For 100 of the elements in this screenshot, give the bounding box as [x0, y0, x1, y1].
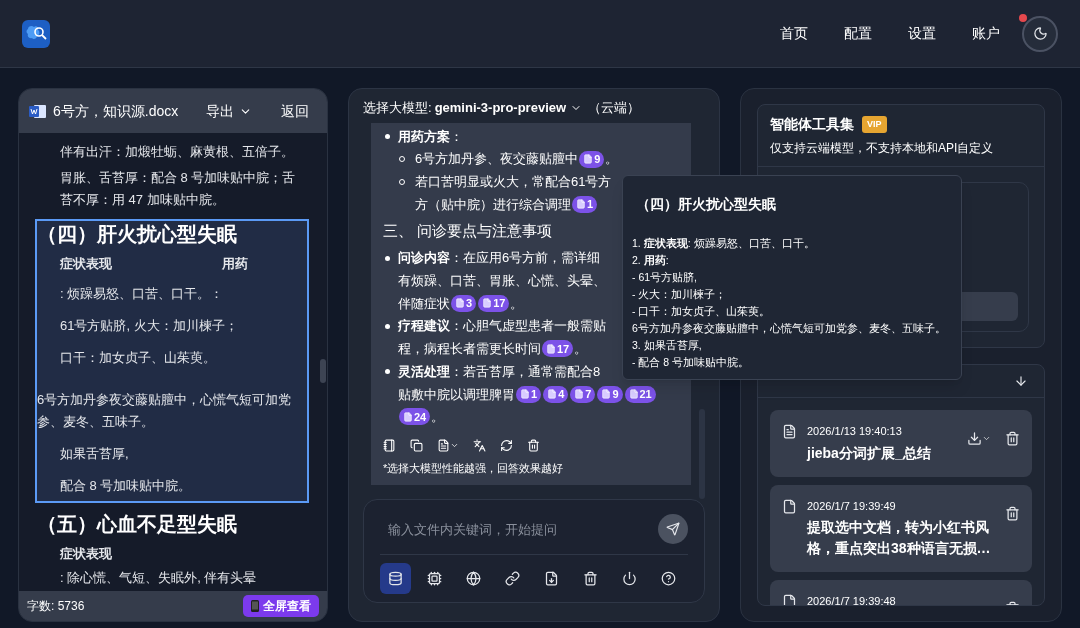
- citation-badge[interactable]: 17: [478, 294, 510, 312]
- word-count: 字数: 5736: [27, 598, 85, 615]
- section-heading: （四）肝火扰心型失眠: [37, 222, 238, 247]
- bullet-icon: [385, 369, 390, 375]
- file-icon: [576, 199, 586, 210]
- history-date: 2026/1/7 19:39:49: [807, 498, 897, 514]
- file-icon: [482, 298, 493, 309]
- doc-section[interactable]: 伴有出汗：加煅牡蛎、麻黄根、五倍子。 胃胀、舌苔厚：配合 8 号加味贴中脘；舌苔不厚：用 47 加味贴中脘。: [35, 139, 309, 213]
- history-date: 2026/1/7 19:39:48: [807, 594, 897, 605]
- file-icon: [403, 411, 413, 422]
- send-icon: [666, 522, 680, 536]
- file-name: 6号方，知识源.docx: [53, 101, 179, 121]
- tooltip-line: - 61号方贴脐,: [632, 270, 698, 285]
- file-icon: [782, 498, 797, 514]
- selected-section[interactable]: （四）肝火扰心型失眠 症状表现 用药 : 烦躁易怒、口苦、口干。： 61号方贴脐, 火大：加川楝子； 口干：加女贞子、山茱萸。 6号方加丹参夜交藤贴膻中，心慌气短可加党参、麦冬、五味子。 如果舌苔厚, 配合 8 号加味贴中脘。: [35, 219, 309, 503]
- citation-badge[interactable]: 1: [572, 195, 598, 213]
- answer-text: 。: [574, 340, 588, 359]
- bullet-icon: [385, 255, 390, 261]
- moon-icon: [1032, 26, 1048, 41]
- answer-text: 贴敷中脘以调理脾胃: [398, 385, 515, 404]
- answer-text: 。: [605, 150, 619, 169]
- doc-section[interactable]: （五）心血不足型失眠 症状表现 : 除心慌、气短、失眠外, 伴有头晕: [35, 509, 309, 591]
- file-icon: [583, 154, 594, 165]
- doc-paragraph: : 除心慌、气短、失眠外, 伴有头晕: [60, 570, 257, 585]
- doc-paragraph: 胃胀、舌苔厚：配合 8 号加味贴中脘；舌苔不厚：用 47 加味贴中脘。: [60, 170, 296, 207]
- tooltip-line: 2. 用药:: [632, 253, 670, 268]
- file-icon: [546, 343, 556, 354]
- chip-icon: [427, 571, 442, 586]
- history-title: jieba分词扩展_总结: [807, 443, 932, 463]
- nav-link[interactable]: 首页: [780, 23, 808, 44]
- citation-badge[interactable]: 1: [516, 385, 542, 403]
- history-item[interactable]: 2026/1/7 19:39:48: [770, 580, 1032, 605]
- tool-button[interactable]: [380, 563, 411, 594]
- nav-link[interactable]: 配置: [844, 23, 872, 44]
- vip-badge: VIP: [862, 115, 887, 134]
- hint-text: *选择大模型性能越强，回答效果越好: [383, 461, 565, 477]
- answer-text: 若口苦明显或火大，常配合61号方: [415, 173, 612, 191]
- citation-badge[interactable]: 3: [451, 294, 477, 312]
- answer-text: 伴随症状: [398, 294, 450, 313]
- export-dropdown[interactable]: 导出: [206, 100, 252, 122]
- tooltip-title: （四）肝火扰心型失眠: [636, 195, 777, 214]
- citation-badge[interactable]: 9: [579, 150, 605, 168]
- help-icon: [661, 571, 676, 586]
- doc-paragraph: 配合 8 号加味贴中脘。: [60, 478, 192, 493]
- model-label: 选择大模型:: [363, 99, 432, 118]
- file-menu-icon[interactable]: [437, 438, 459, 452]
- history-item[interactable]: 2026/1/13 19:40:13 jieba分词扩展_总结: [770, 410, 1032, 477]
- answer-text: 有烦躁、口苦、胃胀、心慌、头晕、: [398, 272, 606, 290]
- citation-badge[interactable]: 21: [624, 385, 656, 403]
- refresh-icon[interactable]: [500, 438, 513, 452]
- back-button[interactable]: 返回: [281, 100, 309, 122]
- file-icon: [782, 594, 797, 605]
- trash-icon[interactable]: [1005, 505, 1020, 521]
- tooltip-line: 1. 症状表现: 烦躁易怒、口苦、口干。: [632, 236, 816, 251]
- arrow-down-icon[interactable]: [1014, 374, 1028, 388]
- model-select[interactable]: gemini-3-pro-preview: [434, 98, 583, 118]
- fullscreen-button[interactable]: 全屏查看: [243, 595, 319, 617]
- doc-paragraph: 伴有出汗：加煅牡蛎、麻黄根、五倍子。: [60, 144, 294, 159]
- bullet-icon: [385, 323, 390, 329]
- file-icon: [601, 389, 612, 400]
- file-icon: [628, 389, 639, 400]
- word-file-icon: [29, 103, 46, 119]
- file-icon: [574, 389, 585, 400]
- theme-toggle-button[interactable]: [1022, 15, 1058, 52]
- history-item[interactable]: 2026/1/7 19:39:49 提取选中文档，转为小红书风格，重点突出38种语言无损…: [770, 484, 1032, 572]
- field-label: 症状表现: [60, 546, 112, 561]
- answer-text: 6号方加丹参、夜交藤贴膻中: [415, 150, 579, 169]
- citation-badge[interactable]: 7: [570, 385, 596, 403]
- notebook-icon[interactable]: [383, 438, 396, 452]
- nav-link[interactable]: 设置: [908, 23, 936, 44]
- file-icon: [455, 298, 465, 309]
- history-title: 提取选中文档，转为小红书风格，重点突出38种语言无损…: [807, 518, 992, 558]
- send-button[interactable]: [658, 514, 688, 544]
- citation-badge[interactable]: 24: [399, 408, 431, 426]
- tooltip-line: - 火大：加川楝子；: [632, 287, 728, 302]
- link-icon: [505, 571, 520, 586]
- answer-text: 。: [431, 408, 445, 427]
- answer-text: 。: [510, 294, 524, 313]
- copy-icon[interactable]: [410, 438, 423, 452]
- doc-paragraph: 6号方加丹参夜交藤贴膻中，心慌气短可加党参、麦冬、五味子。: [37, 392, 292, 429]
- citation-badge[interactable]: 9: [597, 385, 623, 403]
- trash-icon[interactable]: [527, 438, 540, 452]
- tooltip-line: 6号方加丹参夜交藤贴膻中，心慌气短可加党参、麦冬、五味子。: [632, 321, 947, 336]
- answer-text: 方（贴中脘）进行综合调理: [415, 195, 571, 214]
- citation-badge[interactable]: 17: [542, 340, 574, 358]
- nav-link[interactable]: 账户: [972, 23, 1000, 44]
- file-download-icon: [544, 571, 559, 586]
- trash-icon[interactable]: [1005, 431, 1020, 446]
- answer-text: 三、 问诊要点与注意事项: [383, 221, 553, 241]
- phone-icon: [251, 600, 259, 612]
- citation-badge[interactable]: 4: [543, 385, 569, 403]
- panel-title: 智能体工具集: [770, 115, 854, 134]
- bullet-icon: [385, 133, 390, 139]
- field-label: 症状表现: [60, 255, 113, 273]
- doc-paragraph: 如果舌苔厚,: [60, 446, 129, 461]
- doc-paragraph: 口干：加女贞子、山茱萸。: [60, 350, 216, 365]
- download-icon[interactable]: [967, 431, 991, 446]
- translate-icon[interactable]: [473, 438, 486, 452]
- answer-text: 程，病程长者需更长时间: [398, 340, 541, 359]
- answer-text: 疗程建议：心胆气虚型患者一般需贴: [398, 317, 606, 336]
